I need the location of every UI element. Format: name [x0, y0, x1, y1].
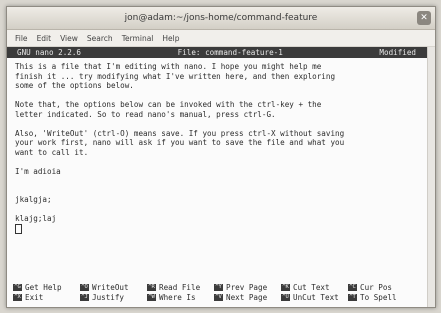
text-line: some of the options below.	[15, 81, 134, 90]
shortcut-row: ^G Get Help ^O WriteOut ^R Read File ^Y Prev…	[13, 282, 423, 292]
shortcut-label: Where Is	[159, 292, 196, 302]
shortcut-read-file[interactable]: ^R Read File	[147, 283, 214, 292]
shortcut-key: ^T	[348, 293, 357, 301]
shortcut-next-page[interactable]: ^V Next Page	[214, 293, 281, 302]
text-line: Also, 'WriteOut' (ctrl-O) means save. If…	[15, 128, 345, 138]
shortcut-bar: ^G Get Help ^O WriteOut ^R Read File ^Y Prev…	[13, 282, 423, 302]
shortcut-key: ^X	[13, 293, 22, 301]
shortcut-label: Prev Page	[226, 282, 268, 292]
text-line: your work first, nano will ask if you wa…	[15, 138, 345, 147]
text-line: letter indicated. So to read nano's manu…	[15, 109, 276, 119]
shortcut-key: ^U	[281, 293, 290, 301]
text-line	[15, 205, 420, 215]
nano-filename: File: command-feature-1	[177, 48, 283, 57]
terminal-area[interactable]: GNU nano 2.2.6 File: command-feature-1 M…	[7, 47, 435, 307]
shortcut-key: ^Y	[214, 283, 223, 291]
text-line: klajg;laj	[15, 214, 57, 223]
shortcut-key: ^C	[348, 283, 357, 291]
shortcut-key: ^R	[147, 283, 156, 291]
text-line	[15, 91, 420, 101]
shortcut-to-spell[interactable]: ^T To Spell	[348, 293, 415, 302]
shortcut-label: Read File	[159, 282, 201, 292]
menu-help[interactable]: Help	[162, 34, 179, 43]
shortcut-justify[interactable]: ^J Justify	[80, 293, 147, 302]
menu-file[interactable]: File	[15, 34, 28, 43]
scrollbar[interactable]	[427, 47, 435, 307]
text-line	[15, 119, 420, 129]
shortcut-get-help[interactable]: ^G Get Help	[13, 283, 80, 292]
text-line	[15, 157, 420, 167]
close-icon[interactable]: ✕	[417, 11, 431, 25]
shortcut-label: WriteOut	[92, 282, 129, 292]
text-cursor	[15, 223, 22, 234]
shortcut-prev-page[interactable]: ^Y Prev Page	[214, 283, 281, 292]
shortcut-cur-pos[interactable]: ^C Cur Pos	[348, 283, 415, 292]
shortcut-key: ^K	[281, 283, 290, 291]
text-line: This is a file that I'm editing with nan…	[15, 62, 322, 71]
text-line: jkalgja;	[15, 195, 52, 204]
shortcut-cut-text[interactable]: ^K Cut Text	[281, 283, 348, 292]
menu-bar: File Edit View Search Terminal Help	[7, 30, 435, 47]
nano-status: Modified	[379, 48, 416, 57]
shortcut-writeout[interactable]: ^O WriteOut	[80, 283, 147, 292]
shortcut-label: Justify	[92, 292, 125, 302]
shortcut-label: Cur Pos	[360, 282, 393, 292]
text-line: finish it ... try modifying what I've wr…	[15, 71, 336, 81]
cursor-line	[15, 223, 420, 234]
text-line: I'm adioia	[15, 166, 61, 176]
nano-version: GNU nano 2.2.6	[17, 48, 82, 57]
shortcut-label: Next Page	[226, 292, 268, 302]
shortcut-label: UnCut Text	[293, 292, 339, 302]
menu-edit[interactable]: Edit	[37, 34, 52, 43]
shortcut-row: ^X Exit ^J Justify ^W Where Is ^V Next Page …	[13, 292, 423, 302]
shortcut-uncut-text[interactable]: ^U UnCut Text	[281, 293, 348, 302]
shortcut-key: ^V	[214, 293, 223, 301]
text-line: Note that, the options below can be invo…	[15, 100, 322, 109]
shortcut-key: ^J	[80, 293, 89, 301]
shortcut-label: Cut Text	[293, 282, 330, 292]
shortcut-key: ^O	[80, 283, 89, 291]
text-line: want to call it.	[15, 147, 89, 157]
window-title: jon@adam:~/jons-home/command-feature	[124, 13, 318, 23]
menu-terminal[interactable]: Terminal	[122, 34, 154, 43]
shortcut-where-is[interactable]: ^W Where Is	[147, 293, 214, 302]
editor-content[interactable]: This is a file that I'm editing with nan…	[7, 58, 428, 234]
shortcut-exit[interactable]: ^X Exit	[13, 293, 80, 302]
shortcut-label: Get Help	[25, 282, 62, 292]
nano-header: GNU nano 2.2.6 File: command-feature-1 M…	[7, 47, 428, 58]
shortcut-label: Exit	[25, 292, 44, 302]
text-line	[15, 176, 420, 186]
shortcut-key: ^G	[13, 283, 22, 291]
menu-search[interactable]: Search	[87, 34, 113, 43]
menu-view[interactable]: View	[60, 34, 78, 43]
title-bar[interactable]: jon@adam:~/jons-home/command-feature ✕	[7, 7, 435, 30]
shortcut-key: ^W	[147, 293, 156, 301]
shortcut-label: To Spell	[360, 292, 397, 302]
text-line	[15, 186, 420, 196]
terminal-window: jon@adam:~/jons-home/command-feature ✕ F…	[6, 6, 436, 308]
